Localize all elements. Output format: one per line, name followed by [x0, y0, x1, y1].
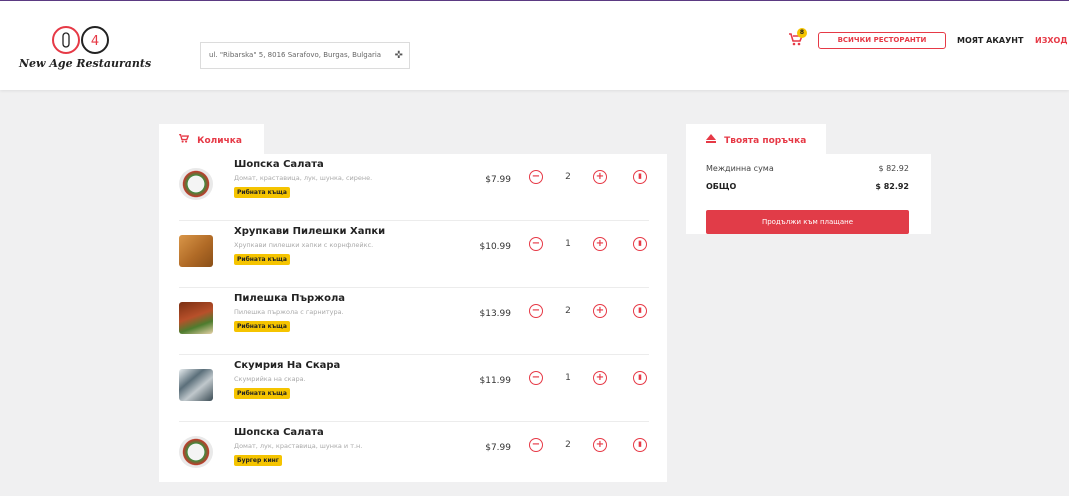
plus-icon: + [595, 372, 605, 383]
total-label: ОБЩО [706, 182, 737, 191]
decrease-quantity-button[interactable]: − [529, 237, 543, 251]
restaurant-badge[interactable]: Бургер кинг [234, 455, 282, 466]
item-quantity: 1 [565, 373, 571, 383]
eject-icon [706, 134, 719, 146]
header: 4 New Age Restaurants ul. "Ribarska" 5, … [0, 0, 1069, 90]
remove-item-button[interactable]: ▮ [633, 237, 647, 251]
item-description: Домат, лук, краставица, шунка и т.н. [234, 442, 363, 450]
minus-icon: − [531, 372, 541, 383]
address-field[interactable]: ul. "Ribarska" 5, 8016 Sarafovo, Burgas,… [200, 42, 410, 69]
item-price: $7.99 [485, 175, 511, 185]
order-summary: Междинна сума $ 82.92 ОБЩО $ 82.92 Продъ… [686, 154, 931, 234]
decrease-quantity-button[interactable]: − [529, 371, 543, 385]
item-name: Хрупкави Пилешки Хапки [234, 226, 386, 237]
item-quantity: 1 [565, 239, 571, 249]
cart-icon [179, 134, 192, 146]
item-description: Скумрийка на скара. [234, 375, 306, 383]
item-price: $11.99 [479, 376, 512, 386]
increase-quantity-button[interactable]: + [593, 304, 607, 318]
tab-cart[interactable]: Количка [159, 124, 264, 154]
restaurant-badge[interactable]: Рибната къща [234, 187, 290, 198]
logout-link[interactable]: ИЗХОД [1035, 36, 1067, 45]
tab-cart-label: Количка [197, 136, 242, 146]
plus-icon: + [595, 439, 605, 450]
item-quantity: 2 [565, 172, 571, 182]
all-restaurants-button[interactable]: ВСИЧКИ РЕСТОРАНТИ [818, 32, 946, 49]
food-image [179, 168, 213, 200]
item-price: $10.99 [479, 242, 512, 252]
trash-icon: ▮ [638, 440, 642, 448]
remove-item-button[interactable]: ▮ [633, 371, 647, 385]
address-text: ul. "Ribarska" 5, 8016 Sarafovo, Burgas,… [209, 51, 382, 59]
item-name: Пилешка Пържола [234, 293, 346, 304]
trash-icon: ▮ [638, 373, 642, 381]
increase-quantity-button[interactable]: + [593, 170, 607, 184]
restaurant-badge[interactable]: Рибната къща [234, 388, 290, 399]
plus-icon: + [595, 305, 605, 316]
header-cart[interactable]: 8 [789, 28, 809, 49]
increase-quantity-button[interactable]: + [593, 371, 607, 385]
item-quantity: 2 [565, 440, 571, 450]
item-description: Хрупкави пилешки хапки с корнфлейкс. [234, 241, 374, 249]
subtotal-label: Междинна сума [706, 164, 774, 173]
food-image [179, 302, 213, 334]
restaurant-badge[interactable]: Рибната къща [234, 254, 290, 265]
food-image [179, 369, 213, 401]
cart-count-badge: 8 [797, 28, 807, 38]
trash-icon: ▮ [638, 172, 642, 180]
increase-quantity-button[interactable]: + [593, 438, 607, 452]
subtotal-value: $ 82.92 [878, 164, 909, 173]
cart-item: Шопска Салата Домат, краставица, лук, шу… [179, 154, 649, 221]
increase-quantity-button[interactable]: + [593, 237, 607, 251]
cart-item: Пилешка Пържола Пилешка пържола с гарнит… [179, 288, 649, 355]
plus-icon: + [595, 171, 605, 182]
decrease-quantity-button[interactable]: − [529, 304, 543, 318]
item-description: Домат, краставица, лук, шунка, сирене. [234, 174, 373, 182]
item-description: Пилешка пържола с гарнитура. [234, 308, 344, 316]
item-quantity: 2 [565, 306, 571, 316]
svg-text:4: 4 [91, 34, 99, 49]
total-value: $ 82.92 [875, 182, 909, 191]
tab-order[interactable]: Твоята поръчка [686, 124, 826, 154]
cart-panel: Шопска Салата Домат, краставица, лук, шу… [159, 154, 667, 482]
logo[interactable]: 4 New Age Restaurants [19, 23, 152, 75]
minus-icon: − [531, 439, 541, 450]
item-name: Шопска Салата [234, 427, 324, 438]
food-image [179, 436, 213, 468]
restaurant-badge[interactable]: Рибната къща [234, 321, 290, 332]
remove-item-button[interactable]: ▮ [633, 170, 647, 184]
location-target-icon[interactable]: ✜ [395, 50, 403, 61]
item-price: $7.99 [485, 443, 511, 453]
trash-icon: ▮ [638, 239, 642, 247]
minus-icon: − [531, 171, 541, 182]
cart-item: Шопска Салата Домат, лук, краставица, шу… [179, 422, 649, 489]
logo-text: New Age Restaurants [19, 57, 152, 70]
remove-item-button[interactable]: ▮ [633, 438, 647, 452]
tab-order-label: Твоята поръчка [724, 136, 807, 146]
decrease-quantity-button[interactable]: − [529, 438, 543, 452]
item-price: $13.99 [479, 309, 512, 319]
remove-item-button[interactable]: ▮ [633, 304, 647, 318]
decrease-quantity-button[interactable]: − [529, 170, 543, 184]
item-name: Шопска Салата [234, 159, 324, 170]
plus-icon: + [595, 238, 605, 249]
food-image [179, 235, 213, 267]
minus-icon: − [531, 238, 541, 249]
cart-item: Скумрия На Скара Скумрийка на скара. Риб… [179, 355, 649, 422]
cart-item: Хрупкави Пилешки Хапки Хрупкави пилешки … [179, 221, 649, 288]
trash-icon: ▮ [638, 306, 642, 314]
item-name: Скумрия На Скара [234, 360, 341, 371]
checkout-button[interactable]: Продължи към плащане [706, 210, 909, 234]
logo-icon: 4 [49, 25, 111, 55]
minus-icon: − [531, 305, 541, 316]
my-account-link[interactable]: МОЯТ АКАУНТ [957, 36, 1023, 45]
